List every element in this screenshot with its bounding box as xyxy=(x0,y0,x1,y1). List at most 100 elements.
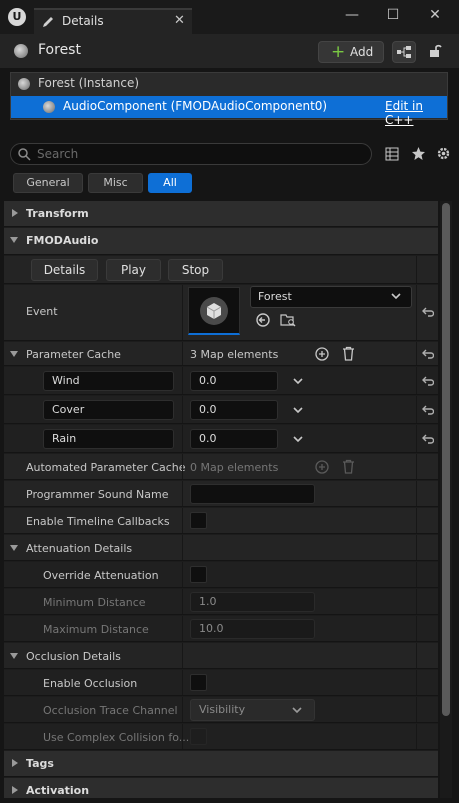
title-bar: U Details ✕ — ☐ ✕ xyxy=(0,0,459,34)
enable-occlusion-row: Enable Occlusion xyxy=(4,670,438,696)
window-close-icon[interactable]: ✕ xyxy=(424,6,446,24)
minimum-distance-field[interactable]: 1.0 xyxy=(190,592,315,612)
audio-component-row[interactable]: AudioComponent (FMODAudioComponent0) Edi… xyxy=(11,96,447,127)
category-transform[interactable]: Transform xyxy=(4,201,438,227)
browse-folder-icon[interactable] xyxy=(280,313,296,327)
trash-icon xyxy=(343,459,354,474)
plus-icon: + xyxy=(331,42,346,62)
category-activation[interactable]: Activation xyxy=(4,778,438,798)
occlusion-trace-row: Occlusion Trace Channel Visibility xyxy=(4,697,438,723)
unreal-logo-icon: U xyxy=(8,8,26,26)
parameter-cache-row: Parameter Cache 3 Map elements xyxy=(4,342,438,366)
automated-cache-count: 0 Map elements xyxy=(190,461,279,474)
timeline-callbacks-row: Enable Timeline Callbacks xyxy=(4,508,438,534)
reset-to-default-icon[interactable] xyxy=(422,375,434,387)
category-tags[interactable]: Tags xyxy=(4,751,438,777)
table-view-icon[interactable] xyxy=(385,147,399,161)
enable-occlusion-checkbox[interactable] xyxy=(190,674,207,691)
category-attenuation[interactable]: Attenuation Details xyxy=(4,535,438,561)
browse-back-icon[interactable] xyxy=(256,313,270,327)
parameter-value-field[interactable]: 0.0 xyxy=(190,400,278,420)
filter-general-button[interactable]: General xyxy=(13,173,83,193)
parameter-entry-row: Rain 0.0 xyxy=(4,425,438,453)
instance-label: Forest (Instance) xyxy=(38,76,140,90)
parameter-value-field[interactable]: 0.0 xyxy=(190,429,278,449)
chevron-down-icon[interactable] xyxy=(293,378,303,385)
edit-in-cpp-link[interactable]: Edit in C++ xyxy=(385,99,447,127)
reset-to-default-icon[interactable] xyxy=(422,404,434,416)
parameter-cache-label: Parameter Cache xyxy=(26,348,121,361)
occlusion-trace-combo[interactable]: Visibility xyxy=(190,699,315,721)
timeline-callbacks-checkbox[interactable] xyxy=(190,512,207,529)
cube-icon xyxy=(200,297,228,325)
chevron-down-icon[interactable] xyxy=(293,407,303,414)
occlusion-trace-value: Visibility xyxy=(199,703,246,716)
component-instance-row[interactable]: Forest (Instance) xyxy=(11,73,447,95)
audio-component-label: AudioComponent (FMODAudioComponent0) xyxy=(63,99,328,113)
programmer-sound-field[interactable] xyxy=(190,484,315,504)
occlusion-trace-label: Occlusion Trace Channel xyxy=(43,704,178,717)
maximize-icon[interactable]: ☐ xyxy=(382,6,404,24)
occlusion-label: Occlusion Details xyxy=(26,650,121,663)
actor-icon xyxy=(18,78,30,90)
override-attenuation-checkbox[interactable] xyxy=(190,566,207,583)
reset-to-default-icon[interactable] xyxy=(422,306,434,318)
programmer-sound-row: Programmer Sound Name xyxy=(4,481,438,507)
category-fmod-audio[interactable]: FMODAudio xyxy=(4,228,438,255)
tab-close-icon[interactable]: ✕ xyxy=(174,13,185,28)
maximum-distance-field[interactable]: 10.0 xyxy=(190,619,315,639)
event-thumbnail[interactable] xyxy=(188,287,240,335)
event-combo-value: Forest xyxy=(258,290,292,303)
search-box xyxy=(10,143,372,165)
override-attenuation-label: Override Attenuation xyxy=(43,569,159,582)
stop-button[interactable]: Stop xyxy=(168,259,223,281)
minimum-distance-row: Minimum Distance 1.0 xyxy=(4,589,438,615)
parameter-key-field[interactable]: Cover xyxy=(43,400,174,420)
parameter-key-field[interactable]: Rain xyxy=(43,429,174,449)
expand-arrow-icon xyxy=(12,209,18,217)
settings-gear-icon[interactable] xyxy=(436,146,451,161)
actor-name: Forest xyxy=(38,42,81,58)
complex-collision-checkbox[interactable] xyxy=(190,728,207,745)
parameter-key-field[interactable]: Wind xyxy=(43,371,174,391)
minimum-distance-label: Minimum Distance xyxy=(43,596,146,609)
add-element-icon[interactable] xyxy=(315,347,329,361)
trash-icon[interactable] xyxy=(342,346,355,361)
audio-component-icon xyxy=(43,101,55,113)
component-tree: Forest (Instance) AudioComponent (FMODAu… xyxy=(10,72,448,127)
collapse-arrow-icon xyxy=(10,237,18,243)
play-button[interactable]: Play xyxy=(106,259,161,281)
maximum-distance-label: Maximum Distance xyxy=(43,623,149,636)
lock-icon[interactable] xyxy=(428,44,442,58)
add-component-button[interactable]: + Add xyxy=(318,41,384,63)
attenuation-label: Attenuation Details xyxy=(26,542,133,555)
collapse-arrow-icon[interactable] xyxy=(10,351,18,357)
expand-arrow-icon xyxy=(12,786,18,794)
expand-arrow-icon xyxy=(12,759,18,767)
category-occlusion[interactable]: Occlusion Details xyxy=(4,643,438,669)
reset-to-default-icon[interactable] xyxy=(422,348,434,360)
details-button[interactable]: Details xyxy=(31,259,98,281)
automated-cache-label: Automated Parameter Cache xyxy=(26,461,186,474)
collapse-arrow-icon xyxy=(10,653,18,659)
parameter-entry-row: Wind 0.0 xyxy=(4,367,438,395)
chevron-down-icon xyxy=(292,707,302,714)
search-input[interactable] xyxy=(37,146,357,162)
reset-to-default-icon[interactable] xyxy=(422,433,434,445)
minimize-icon[interactable]: — xyxy=(341,6,363,24)
filter-misc-button[interactable]: Misc xyxy=(88,173,143,193)
blueprint-button[interactable] xyxy=(392,41,416,63)
programmer-sound-label: Programmer Sound Name xyxy=(26,488,169,501)
tab-details[interactable]: Details ✕ xyxy=(34,8,192,34)
search-icon xyxy=(18,148,31,161)
event-combo[interactable]: Forest xyxy=(250,286,412,308)
complex-collision-label: Use Complex Collision fo... xyxy=(43,731,190,744)
category-label: Transform xyxy=(26,207,89,220)
pencil-icon xyxy=(43,17,53,27)
star-icon[interactable] xyxy=(411,146,426,161)
parameter-value-field[interactable]: 0.0 xyxy=(190,371,278,391)
scrollbar-thumb[interactable] xyxy=(442,203,450,716)
chevron-down-icon[interactable] xyxy=(293,436,303,443)
parameter-entry-row: Cover 0.0 xyxy=(4,396,438,424)
filter-all-button[interactable]: All xyxy=(148,173,192,193)
